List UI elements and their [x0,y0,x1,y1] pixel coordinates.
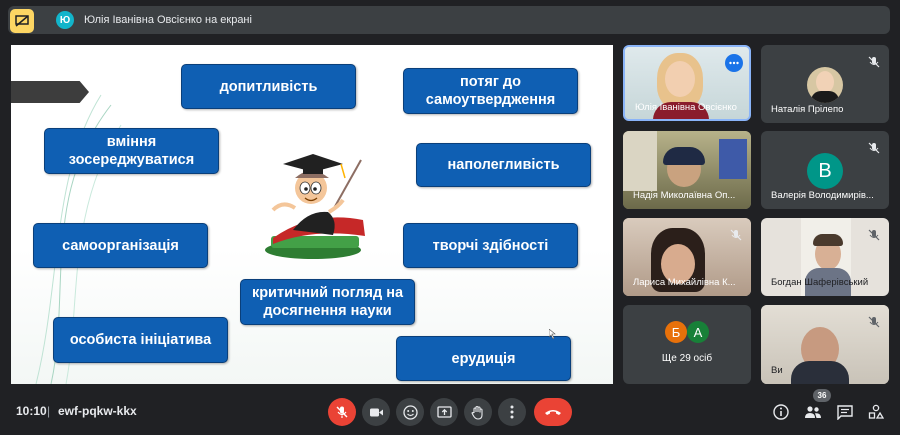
chat-button[interactable] [836,403,854,421]
shared-screen: допитливість потяг до самоутвердження вм… [11,45,613,384]
participant-avatar [807,67,843,103]
participant-tile[interactable]: Лариса Михайлівна К... [623,218,751,296]
participant-tile[interactable]: Юлія Іванівна Овсієнко [623,45,751,121]
term-box: наполегливість [416,143,591,187]
separator: | [47,404,51,418]
chat-icon [837,404,853,420]
participants-button[interactable] [804,403,822,421]
presenter-avatar: Ю [56,11,74,29]
more-participants-tile[interactable]: Б А Ще 29 осіб [623,305,751,384]
present-screen-icon [436,405,452,418]
participant-tile[interactable]: Богдан Шаферівський [761,218,889,296]
participant-avatar: В [807,153,843,189]
camera-icon [369,408,383,416]
participant-name: Наталія Прілепо [771,104,844,115]
mic-off-icon [868,316,880,328]
term-box: допитливість [181,64,356,109]
emoji-icon [402,404,418,420]
participant-name: Богдан Шаферівський [771,277,869,288]
mic-off-icon [730,229,742,241]
presenting-bar: Ю Юлія Іванівна Овсієнко на екрані [8,6,890,34]
participant-name: Валерія Володимирів... [771,190,874,201]
participant-tile[interactable]: В Валерія Володимирів... [761,131,889,209]
mic-off-icon [868,229,880,241]
term-box: ерудиція [396,336,571,381]
term-box: потяг до самоутвердження [403,68,578,114]
participant-name: Ви [771,365,783,376]
clock: 10:10 [16,404,47,418]
mic-off-icon [868,56,880,68]
more-vert-icon [510,405,514,419]
participant-tile[interactable]: Наталія Прілепо [761,45,889,123]
more-participants-label: Ще 29 осіб [661,353,713,364]
info-icon [773,404,789,420]
slide-arrow-decoration [11,81,89,103]
participant-name: Лариса Михайлівна К... [633,277,736,288]
participant-tile[interactable]: Надія Миколаївна Оп... [623,131,751,209]
hang-up-icon [545,410,561,415]
participants-count-badge: 36 [813,389,831,402]
mic-off-icon [336,406,348,418]
activities-icon [868,404,884,419]
activities-button[interactable] [867,403,885,421]
participant-avatar: Б [665,321,687,343]
term-box: вміння зосереджуватися [44,128,219,174]
mic-off-icon [868,142,880,154]
meeting-code: ewf-pqkw-kkx [58,404,137,418]
reactions-button[interactable] [396,398,424,426]
self-tile[interactable]: Ви [761,305,889,384]
term-box: особиста ініціатива [53,317,228,363]
participant-avatar: А [687,321,709,343]
professor-illustration [265,154,365,259]
people-icon [805,406,821,418]
leave-call-button[interactable] [534,398,572,426]
presenter-label: Юлія Іванівна Овсієнко на екрані [84,14,252,26]
face-shape [665,61,695,97]
mouse-cursor-icon [549,329,556,339]
more-options-button[interactable] [498,398,526,426]
raise-hand-button[interactable] [464,398,492,426]
more-options-icon[interactable] [725,54,743,72]
mic-toggle-button[interactable] [328,398,356,426]
meeting-info-button[interactable] [772,403,790,421]
term-box: критичний погляд на досягнення науки [240,279,415,325]
camera-toggle-button[interactable] [362,398,390,426]
present-now-button[interactable] [430,398,458,426]
participant-name: Надія Миколаївна Оп... [633,190,736,201]
term-box: самоорганізація [33,223,208,268]
term-box: творчі здібності [403,223,578,268]
hand-icon [471,405,483,420]
participant-name: Юлія Іванівна Овсієнко [635,102,737,113]
present-screen-icon[interactable] [10,9,34,33]
